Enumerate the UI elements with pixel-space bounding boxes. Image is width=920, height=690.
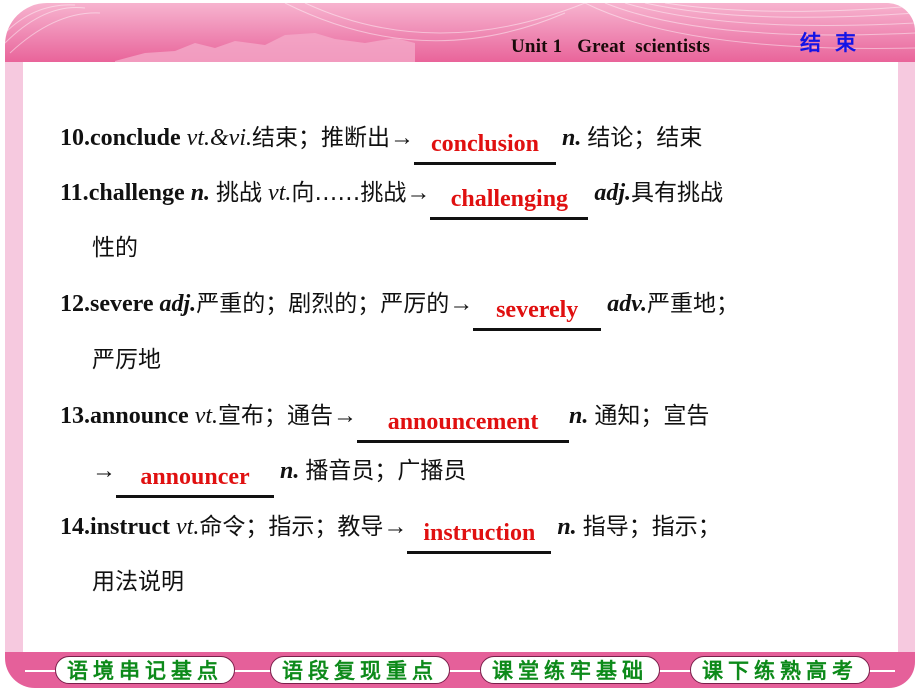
entry-14-continuation: 用法说明 xyxy=(92,562,184,596)
unit-title: Unit 1 Great scientists xyxy=(511,36,711,57)
entry-13: 13.announce vt.宣布；通告→ announcement n. 通知；宣… xyxy=(60,396,709,443)
answer-blank: instruction xyxy=(407,520,552,554)
entry-word: announce xyxy=(90,403,189,429)
entry-word: instruct xyxy=(90,514,170,540)
meaning: 挑战 xyxy=(216,180,263,206)
nav-button-after-class-practice[interactable]: 课下练熟高考 xyxy=(690,656,870,684)
meaning: 宣布；通告 xyxy=(218,403,334,429)
entry-12-continuation: 严厉地 xyxy=(92,340,161,374)
nav-button-context-memory[interactable]: 语境串记基点 xyxy=(55,656,235,684)
left-side-bar xyxy=(5,62,23,654)
answer-blank: severely xyxy=(473,297,602,331)
answer-pos: adv. xyxy=(607,291,647,317)
right-side-bar xyxy=(898,62,915,654)
nav-button-classroom-practice[interactable]: 课堂练牢基础 xyxy=(480,656,660,684)
entry-12: 12.severe adj.严重的；剧烈的；严厉的→ severely adv.严… xyxy=(60,284,739,331)
arrow-icon: → xyxy=(389,125,414,151)
answer-text: severely xyxy=(496,297,579,323)
decorative-map xyxy=(115,33,415,62)
arrow-icon: → xyxy=(449,291,474,317)
meaning: 严重的；剧烈的；严厉的 xyxy=(196,291,450,317)
entry-word: conclude xyxy=(90,125,181,151)
end-button[interactable]: 结束 xyxy=(800,27,870,57)
entry-number: 10. xyxy=(60,125,90,151)
part-of-speech: vt. xyxy=(194,403,219,429)
entry-11-continuation: 性的 xyxy=(92,228,138,262)
answer-meaning-2: 播音员；广播员 xyxy=(305,458,467,484)
answer-text: instruction xyxy=(423,520,536,546)
arrow-icon: → xyxy=(92,458,116,484)
entry-number: 12. xyxy=(60,291,90,317)
answer-pos: n. xyxy=(561,125,582,151)
answer-pos-2: n. xyxy=(280,458,300,484)
answer-blank-2: announcer xyxy=(116,465,274,498)
arrow-icon: → xyxy=(333,403,358,429)
entry-number: 14. xyxy=(60,514,90,540)
continuation-text: 性的 xyxy=(92,235,138,261)
nav-button-paragraph-review[interactable]: 语段复现重点 xyxy=(270,656,450,684)
answer-meaning: 具有挑战 xyxy=(631,180,724,206)
arrow-icon: → xyxy=(406,180,431,206)
entry-number: 13. xyxy=(60,403,90,429)
answer-text: conclusion xyxy=(430,131,539,157)
entry-word: severe xyxy=(90,291,154,317)
footer-nav-bar: 语境串记基点 语段复现重点 课堂练牢基础 课下练熟高考 xyxy=(5,652,915,688)
entry-10: 10.conclude vt.&vi.结束；推断出→ conclusion n. … xyxy=(60,118,702,165)
entry-13-continuation: → announcer n. 播音员；广播员 xyxy=(92,451,466,498)
entry-14: 14.instruct vt.命令；指示；教导→ instruction n. 指… xyxy=(60,507,721,554)
answer-text-2: announcer xyxy=(140,464,250,490)
entry-word: challenge xyxy=(88,180,185,206)
answer-text: announcement xyxy=(387,409,539,435)
meaning-2: 向……挑战 xyxy=(291,180,407,206)
answer-pos: n. xyxy=(557,514,577,540)
part-of-speech: vt. xyxy=(176,514,200,540)
answer-pos: n. xyxy=(569,403,589,429)
header-banner: Unit 1 Great scientists 结束 xyxy=(5,3,915,62)
answer-blank: conclusion xyxy=(413,131,556,165)
entry-11: 11.challenge n. 挑战 vt.向……挑战→ challenging … xyxy=(60,173,723,220)
part-of-speech: adj. xyxy=(159,291,197,317)
arrow-icon: → xyxy=(383,514,408,540)
answer-blank: challenging xyxy=(430,186,589,220)
continuation-text: 用法说明 xyxy=(92,569,184,595)
part-of-speech: vt.&vi. xyxy=(186,125,252,151)
answer-meaning: 结论；结束 xyxy=(587,125,703,151)
part-of-speech: n. xyxy=(190,180,211,206)
answer-text: challenging xyxy=(450,186,569,212)
answer-meaning: 通知；宣告 xyxy=(594,403,710,429)
part-of-speech-2: vt. xyxy=(268,180,292,206)
answer-meaning: 严重地； xyxy=(646,291,739,317)
answer-pos: adj. xyxy=(594,180,632,206)
answer-meaning: 指导；指示； xyxy=(582,514,721,540)
continuation-text: 严厉地 xyxy=(92,347,161,373)
meaning: 命令；指示；教导 xyxy=(199,514,384,540)
answer-blank: announcement xyxy=(357,409,570,443)
meaning: 结束；推断出 xyxy=(251,125,390,151)
entry-number: 11. xyxy=(60,180,89,206)
